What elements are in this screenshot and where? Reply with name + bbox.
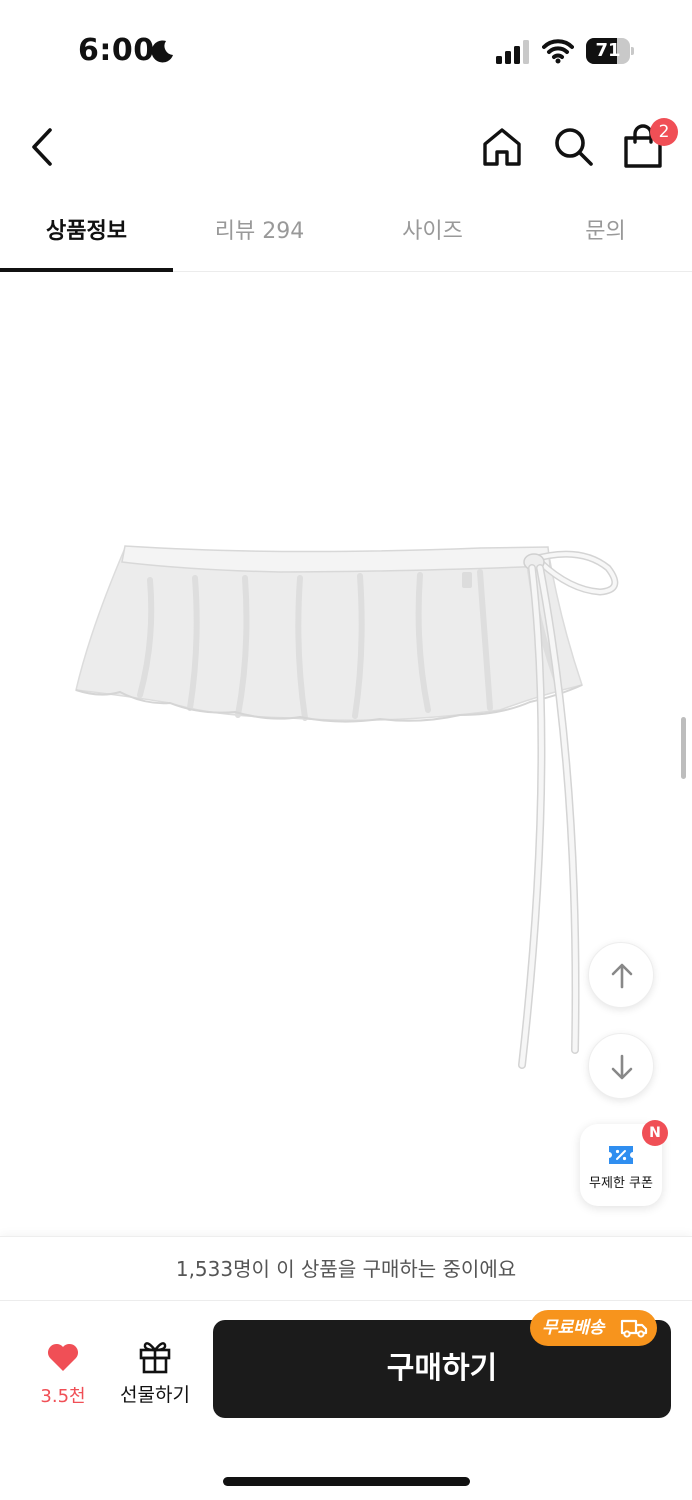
- back-arrow-icon[interactable]: [24, 124, 64, 170]
- coupon-label: 무제한 쿠폰: [589, 1176, 653, 1191]
- tab-reviews[interactable]: 리뷰 294: [173, 200, 346, 272]
- battery-indicator: 71: [586, 38, 634, 64]
- wifi-icon: [542, 39, 574, 64]
- status-time: 6:00: [78, 33, 155, 68]
- like-button[interactable]: 3.5천: [30, 1338, 96, 1408]
- home-icon[interactable]: [480, 125, 524, 169]
- tab-inquiry[interactable]: 문의: [519, 200, 692, 272]
- scroll-up-button[interactable]: [588, 942, 654, 1008]
- coupon-ticket-icon: [609, 1146, 633, 1164]
- tab-product-info[interactable]: 상품정보: [0, 200, 173, 272]
- scroll-down-button[interactable]: [588, 1033, 654, 1099]
- new-badge: N: [642, 1120, 668, 1146]
- gift-icon: [139, 1342, 171, 1374]
- cart-count-badge: 2: [650, 118, 678, 146]
- tab-size[interactable]: 사이즈: [346, 200, 519, 272]
- truck-icon: [620, 1319, 648, 1338]
- heart-icon: [47, 1343, 79, 1371]
- like-count: 3.5천: [40, 1386, 86, 1407]
- free-shipping-badge: 무료배송: [530, 1310, 657, 1346]
- gift-label: 선물하기: [120, 1384, 190, 1406]
- product-image: [75, 545, 619, 1069]
- status-bar: 6:00 71: [0, 0, 692, 100]
- purchase-notice-bar: 1,533명이 이 상품을 구매하는 중이에요: [0, 1236, 692, 1300]
- arrow-up-icon: [611, 963, 633, 989]
- scrollbar[interactable]: [681, 717, 686, 779]
- active-tab-indicator: [0, 268, 173, 272]
- search-icon[interactable]: [551, 124, 595, 168]
- moon-icon: [151, 40, 173, 63]
- battery-percentage: 71: [595, 40, 621, 61]
- arrow-down-icon: [611, 1054, 633, 1080]
- product-tabs: 상품정보 리뷰 294 사이즈 문의: [0, 200, 692, 272]
- purchase-notice-text: 1,533명이 이 상품을 구매하는 중이에요: [175, 1257, 517, 1281]
- cellular-signal-icon: [496, 40, 529, 64]
- home-indicator: [223, 1477, 470, 1486]
- gift-button[interactable]: 선물하기: [112, 1338, 198, 1408]
- free-shipping-text: 무료배송: [542, 1318, 605, 1338]
